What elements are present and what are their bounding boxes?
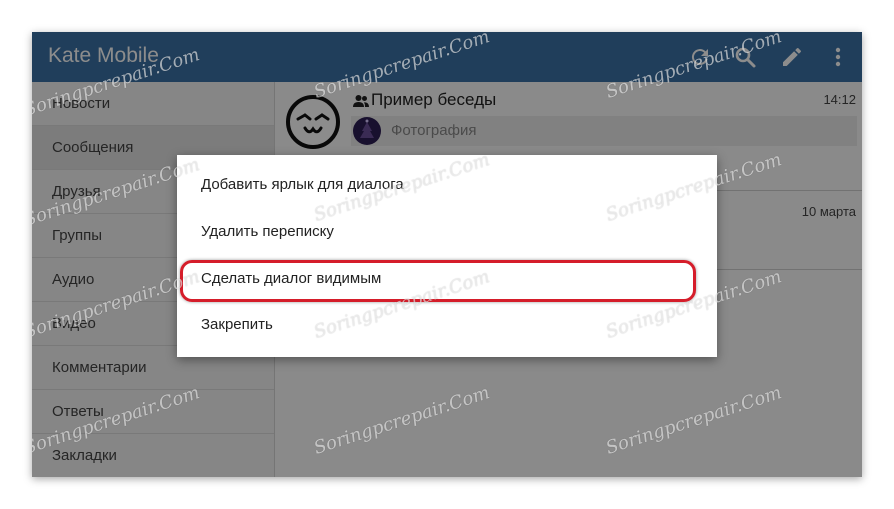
menu-item-label: Добавить ярлык для диалога [201,176,404,193]
android-screen: Kate Mobile Новости Сообщения Друзья Гру… [32,32,862,477]
menu-item-pin[interactable]: Закрепить [177,303,717,349]
highlight-annotation [180,260,696,302]
menu-item-label: Удалить переписку [201,223,334,240]
menu-item-label: Закрепить [201,316,273,333]
menu-item-delete-conversation[interactable]: Удалить переписку [177,210,717,256]
menu-item-add-shortcut[interactable]: Добавить ярлык для диалога [177,163,717,209]
context-menu-dialog: Добавить ярлык для диалога Удалить переп… [177,155,717,357]
